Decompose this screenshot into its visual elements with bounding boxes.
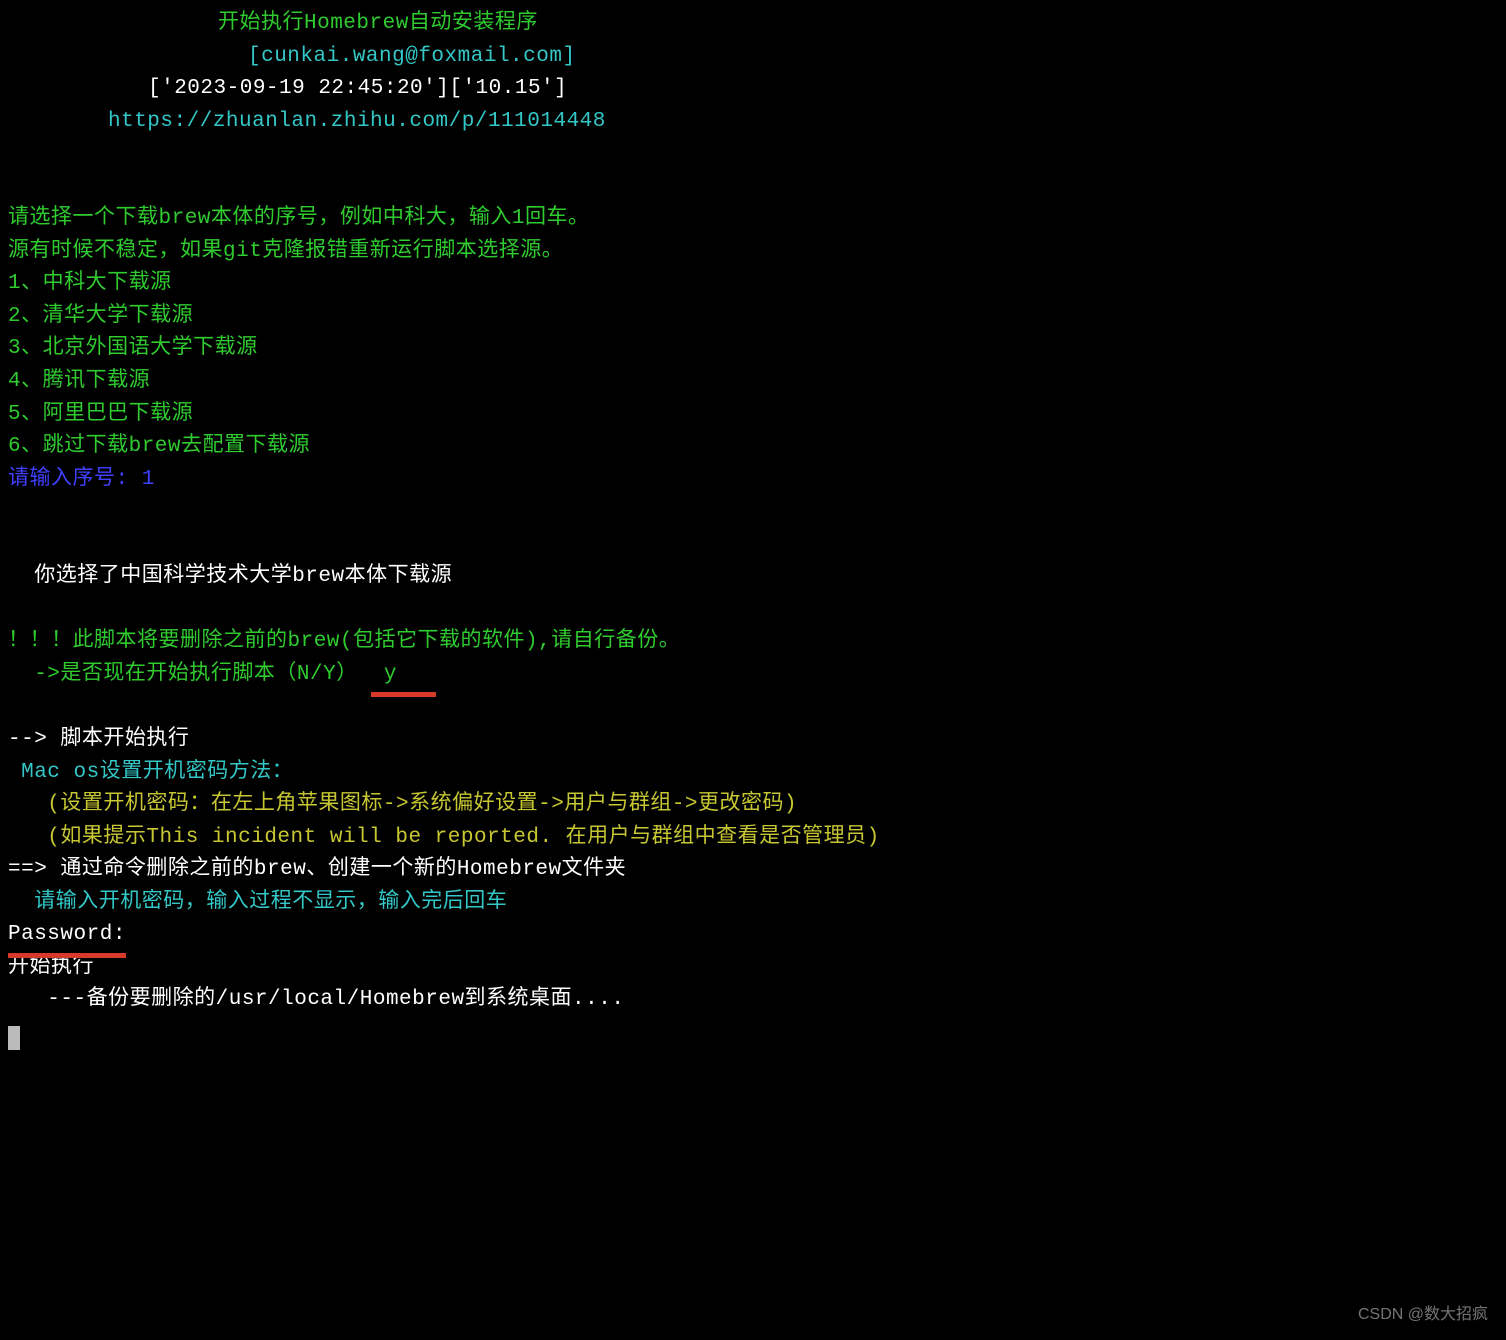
header-url: https://zhuanlan.zhihu.com/p/111014448 <box>8 106 1498 139</box>
source-input-value: 1 <box>142 468 155 491</box>
header-email: [cunkai.wang@foxmail.com] <box>8 41 1498 74</box>
source-option-1: 1、中科大下载源 <box>8 268 1498 301</box>
mac-tip-2: (如果提示This incident will be reported. 在用户… <box>8 822 1498 855</box>
exec-begin: 开始执行 <box>8 952 1498 985</box>
mac-tip-1: (设置开机密码：在左上角苹果图标->系统偏好设置->用户与群组->更改密码) <box>8 789 1498 822</box>
confirm-input-value: y <box>371 659 437 692</box>
source-option-2: 2、清华大学下载源 <box>8 301 1498 334</box>
source-option-6: 6、跳过下载brew去配置下载源 <box>8 431 1498 464</box>
password-prompt: 请输入开机密码，输入过程不显示，输入完后回车 <box>8 887 1498 920</box>
header-title: 开始执行Homebrew自动安装程序 <box>8 8 1498 41</box>
select-prompt-line2: 源有时候不稳定，如果git克隆报错重新运行脚本选择源。 <box>8 236 1498 269</box>
backup-line: ---备份要删除的/usr/local/Homebrew到系统桌面.... <box>8 984 1498 1017</box>
source-input-line[interactable]: 请输入序号: 1 <box>8 464 1498 497</box>
source-option-4: 4、腾讯下载源 <box>8 366 1498 399</box>
source-option-5: 5、阿里巴巴下载源 <box>8 399 1498 432</box>
select-prompt-line1: 请选择一个下载brew本体的序号，例如中科大，输入1回车。 <box>8 203 1498 236</box>
header-timestamp: ['2023-09-19 22:45:20']['10.15'] <box>8 73 1498 106</box>
terminal-output: 开始执行Homebrew自动安装程序 [cunkai.wang@foxmail.… <box>8 8 1498 1332</box>
source-option-3: 3、北京外国语大学下载源 <box>8 333 1498 366</box>
source-input-label: 请输入序号: <box>8 468 142 491</box>
cursor-block <box>8 1026 20 1050</box>
password-label: Password: <box>8 919 126 952</box>
confirm-label: ->是否现在开始执行脚本（N/Y） <box>8 663 371 686</box>
warning-line: ！！！此脚本将要删除之前的brew(包括它下载的软件),请自行备份。 <box>8 626 1498 659</box>
watermark: CSDN @数大招疯 <box>1358 1303 1488 1328</box>
exec-step: ==> 通过命令删除之前的brew、创建一个新的Homebrew文件夹 <box>8 854 1498 887</box>
password-line[interactable]: Password: <box>8 919 1498 952</box>
exec-start: --> 脚本开始执行 <box>8 724 1498 757</box>
cursor-line[interactable] <box>8 1017 1498 1050</box>
selected-source: 你选择了中国科学技术大学brew本体下载源 <box>8 561 1498 594</box>
mac-tip-header: Mac os设置开机密码方法： <box>8 757 1498 790</box>
confirm-line[interactable]: ->是否现在开始执行脚本（N/Y） y <box>8 659 1498 692</box>
